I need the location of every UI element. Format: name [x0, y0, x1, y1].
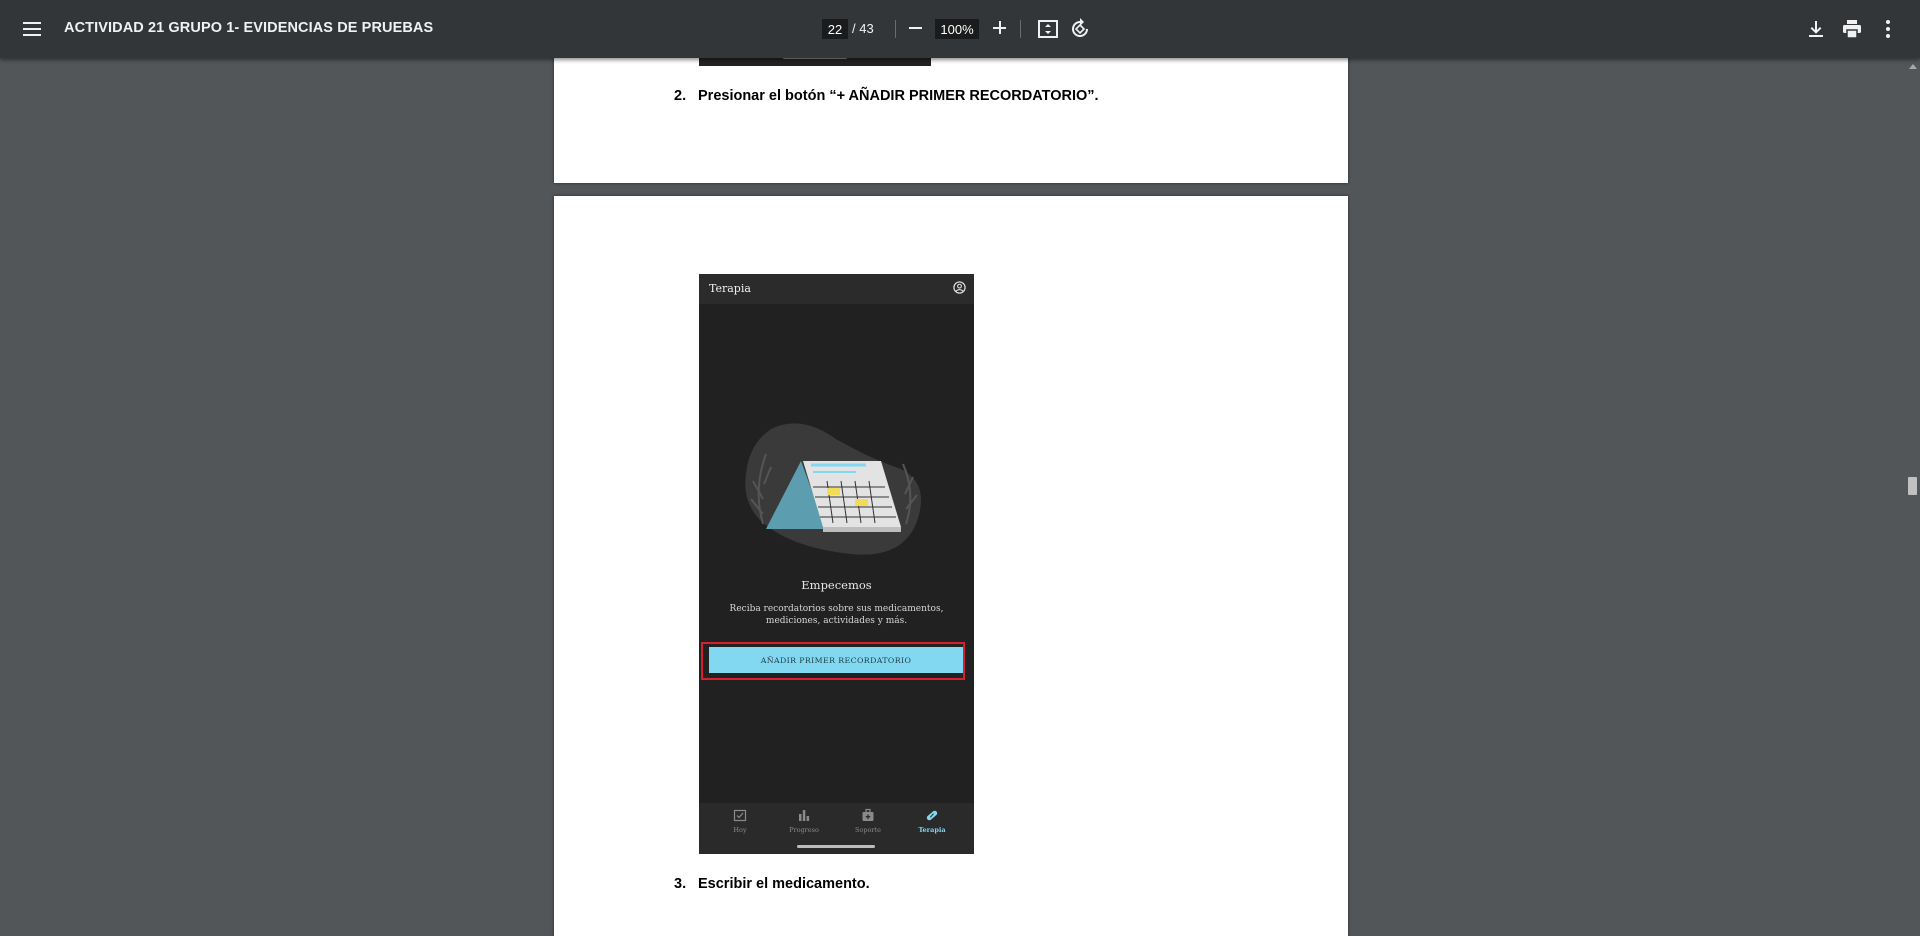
nav-label: Soporte	[854, 826, 881, 834]
step-2-instruction: 2. Presionar el botón “+ AÑADIR PRIMER RE…	[674, 88, 1099, 104]
empty-state-description: Reciba recordatorios sobre sus medicamen…	[729, 604, 944, 626]
zoom-level-input[interactable]	[935, 19, 979, 39]
more-options-icon[interactable]	[1876, 17, 1900, 41]
bar-chart-icon	[799, 810, 810, 821]
scroll-up-arrow-icon[interactable]	[1909, 64, 1917, 69]
pill-icon	[926, 810, 938, 821]
page-total: / 43	[852, 21, 874, 36]
page-number-input[interactable]	[822, 19, 848, 39]
toolbar-divider	[895, 20, 896, 38]
toolbar-divider	[1020, 20, 1021, 38]
document-title: ACTIVIDAD 21 GRUPO 1- EVIDENCIAS DE PRUE…	[64, 20, 434, 36]
menu-icon[interactable]	[20, 17, 44, 41]
scroll-thumb[interactable]	[1908, 477, 1917, 495]
nav-label: Hoy	[733, 826, 747, 834]
nav-label: Terapia	[918, 826, 946, 834]
step-number: 3.	[674, 876, 687, 892]
step-number: 2.	[674, 88, 687, 104]
print-icon[interactable]	[1840, 17, 1864, 41]
medical-bag-icon	[862, 808, 874, 821]
nav-item-hoy[interactable]: Hoy	[708, 803, 772, 843]
calendar-check-icon	[733, 809, 747, 822]
app-bar-title: Terapia	[709, 282, 751, 295]
vertical-scrollbar[interactable]	[1905, 58, 1920, 920]
step-text: Escribir el medicamento.	[698, 876, 870, 892]
zoom-out-button[interactable]	[905, 16, 927, 40]
fit-to-page-icon[interactable]	[1036, 17, 1060, 41]
download-icon[interactable]	[1804, 17, 1828, 41]
add-first-reminder-button[interactable]: AÑADIR PRIMER RECORDATORIO	[709, 647, 963, 673]
nav-item-terapia[interactable]: Terapia	[900, 803, 964, 843]
pdf-page-22: Terapia Empecemos Reciba recordatorios s…	[554, 196, 1348, 936]
pdf-toolbar: ACTIVIDAD 21 GRUPO 1- EVIDENCIAS DE PRUE…	[0, 0, 1920, 58]
step-3-instruction: 3. Escribir el medicamento.	[674, 876, 870, 892]
app-screenshot: Terapia Empecemos Reciba recordatorios s…	[699, 274, 974, 854]
nav-item-soporte[interactable]: Soporte	[836, 803, 900, 843]
calendar-illustration	[745, 423, 921, 555]
app-bar: Terapia	[699, 274, 974, 304]
step-text: Presionar el botón “+ AÑADIR PRIMER RECO…	[698, 88, 1099, 104]
rotate-icon[interactable]	[1068, 17, 1092, 41]
nav-label: Progreso	[789, 826, 819, 834]
account-icon	[953, 281, 966, 294]
empty-state-title: Empecemos	[801, 578, 872, 592]
nav-item-progreso[interactable]: Progreso	[772, 803, 836, 843]
zoom-in-button[interactable]	[989, 16, 1011, 40]
gesture-bar	[797, 845, 875, 848]
